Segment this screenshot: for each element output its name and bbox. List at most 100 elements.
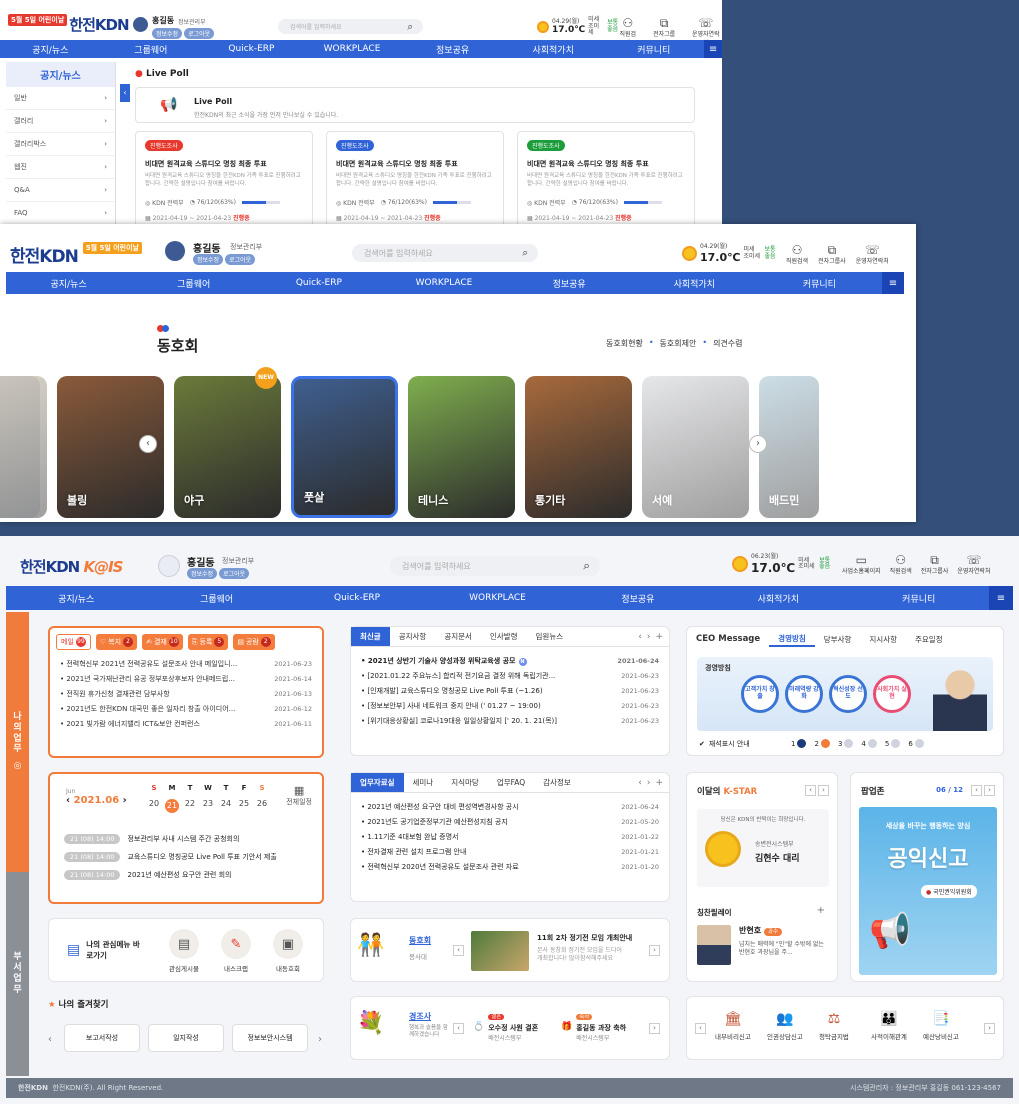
- report-item[interactable]: 🏛 내부비리신고: [715, 1011, 751, 1041]
- left-nav-item[interactable]: 갤러리 ›: [6, 110, 115, 133]
- work-row[interactable]: • 1.11기준 4대보험 완납 증명서 2021-01-22: [361, 829, 659, 844]
- edit-info-button[interactable]: 정보수정: [152, 28, 183, 39]
- mail-tab[interactable]: ▤ 공람 2: [233, 634, 275, 650]
- popup-banner[interactable]: 세상을 바꾸는 행동하는 양심 공익신고 ● 국민권익위원회 📢: [859, 807, 997, 975]
- search-input[interactable]: 검색어를 입력하세요 ⌕: [278, 19, 423, 34]
- plus-icon[interactable]: +: [655, 632, 663, 642]
- chevron-right-icon[interactable]: ›: [647, 778, 651, 788]
- chevron-left-icon[interactable]: ‹: [638, 632, 642, 642]
- ceo-page[interactable]: 2: [814, 739, 830, 748]
- news-tab[interactable]: 공지문서: [435, 627, 481, 646]
- nav-item[interactable]: 그룹웨어: [146, 592, 286, 605]
- nav-item[interactable]: 공지/뉴스: [0, 43, 101, 56]
- mail-row[interactable]: • 2021년 국가재난관리 유공 정부포상후보자 안내메드립... 2021-0…: [60, 671, 312, 686]
- chevron-right-icon[interactable]: ›: [818, 785, 829, 796]
- left-nav-item[interactable]: Q&A ›: [6, 179, 115, 202]
- logout-button[interactable]: 로그아웃: [184, 28, 215, 39]
- chevron-left-icon[interactable]: ‹: [453, 945, 464, 956]
- mail-tab[interactable]: 메일 99: [56, 634, 91, 650]
- work-tab[interactable]: 업무자료실: [351, 773, 404, 792]
- logout-button[interactable]: 로그아웃: [219, 568, 250, 579]
- report-item[interactable]: ⚖ 청탁금지법: [819, 1011, 849, 1041]
- logo[interactable]: 5월 5일 어린이날 한전KDN: [8, 14, 130, 35]
- event-prev[interactable]: ‹: [453, 1023, 464, 1034]
- chevron-right-icon[interactable]: ›: [119, 795, 127, 806]
- nav-item[interactable]: 커뮤니티: [849, 592, 989, 605]
- work-row[interactable]: • 2021년도 공기업준정부기관 예산편성지침 공지 2021-05-20: [361, 814, 659, 829]
- report-item[interactable]: 📑 예산낭비신고: [923, 1011, 959, 1041]
- nav-item[interactable]: 그룹웨어: [101, 43, 202, 56]
- all-schedule-button[interactable]: ▦ 전체일정: [286, 784, 312, 807]
- left-nav-item[interactable]: 일반 ›: [6, 87, 115, 110]
- mail-row[interactable]: • 전력혁신부 2021년 전력공유도 설문조사 안내 메일입니... 2021-…: [60, 656, 312, 671]
- nav-item[interactable]: 공지/뉴스: [6, 592, 146, 605]
- search-input[interactable]: 검색어를 입력하세요 ⌕: [352, 244, 538, 262]
- search-icon[interactable]: ⌕: [583, 559, 590, 574]
- nav-item[interactable]: 커뮤니티: [757, 277, 882, 290]
- carousel-prev-button[interactable]: ‹: [139, 435, 157, 453]
- club-tile[interactable]: 통기타: [525, 376, 632, 518]
- search-icon[interactable]: ⌕: [407, 21, 413, 32]
- edit-info-button[interactable]: 정보수정: [193, 254, 224, 265]
- chevron-left-icon[interactable]: ‹: [638, 778, 642, 788]
- nav-item[interactable]: WORKPLACE: [381, 278, 506, 288]
- chevron-right-icon[interactable]: ›: [649, 945, 660, 956]
- nav-item[interactable]: 그룹웨어: [131, 277, 256, 290]
- ceo-page[interactable]: 5: [885, 739, 901, 748]
- popup-arrows[interactable]: ‹ ›: [971, 785, 995, 796]
- nav-item[interactable]: WORKPLACE: [427, 593, 567, 603]
- favorite-button[interactable]: 정보보안시스템: [232, 1024, 308, 1052]
- logo[interactable]: 한전KDN K@IS: [20, 556, 123, 577]
- work-row[interactable]: • 전력혁신부 2020년 전력공유도 설문조사 관련 자료 2021-01-20: [361, 859, 659, 874]
- plus-icon[interactable]: +: [655, 778, 663, 788]
- work-tab[interactable]: 업무FAQ: [488, 773, 534, 792]
- left-nav-item[interactable]: FAQ ›: [6, 202, 115, 225]
- left-nav-item[interactable]: 웹진 ›: [6, 156, 115, 179]
- calendar-day[interactable]: T 22: [184, 784, 196, 813]
- chevron-left-icon[interactable]: ‹: [453, 1023, 464, 1034]
- calendar-day[interactable]: M 21: [165, 784, 179, 813]
- util-branch-home[interactable]: ▭ 사업소홈페이지: [842, 554, 881, 575]
- mail-row[interactable]: • 2021 빛가람 에너지밸리 ICT&보안 컨퍼런스 2021-06-11: [60, 716, 312, 731]
- calendar-day[interactable]: S 26: [256, 784, 268, 813]
- mail-row[interactable]: • 2021년도 한전KDN 대국민 좋은 일자리 창출 아이디어... 2021…: [60, 701, 312, 716]
- util-group[interactable]: ⧉전자그룹사: [921, 554, 949, 575]
- club-next[interactable]: ›: [649, 945, 660, 956]
- kstar-arrows[interactable]: ‹ ›: [805, 785, 829, 796]
- plus-icon[interactable]: +: [817, 905, 825, 916]
- club-tile[interactable]: 배드민: [759, 376, 819, 518]
- util-group[interactable]: ⧉전자그룹사: [818, 244, 846, 265]
- util-employee-search[interactable]: ⚇직원검색: [890, 554, 912, 575]
- poll-card[interactable]: 진행도조사 비대면 원격교육 스튜디오 명칭 최종 투표 비대면 원격교육 스튜디오…: [326, 131, 504, 227]
- quick-item[interactable]: ▣ 내동호회: [273, 929, 303, 973]
- favorite-button[interactable]: 일지작성: [148, 1024, 224, 1052]
- chevron-left-icon[interactable]: ‹: [66, 795, 74, 806]
- event-row[interactable]: 21 (08) 14:00 교육스튜디오 명칭공모 Live Poll 투표 기안…: [64, 848, 277, 866]
- side-tab-dept-work[interactable]: 부서업무: [6, 872, 29, 1076]
- club-link[interactable]: 동호회현황: [606, 338, 643, 349]
- club-prev[interactable]: ‹: [453, 945, 464, 956]
- news-row[interactable]: • [정보보안부] 사내 네트워크 중지 안내 (' 01.27 ~ 19:00…: [361, 698, 659, 713]
- ceo-page[interactable]: 3: [838, 739, 854, 748]
- nav-item[interactable]: 커뮤니티: [603, 43, 704, 56]
- club-news-title[interactable]: 11회 2차 정기전 모임 개최안내: [537, 933, 632, 943]
- news-row[interactable]: • [인재개발] 교육스튜디오 명칭공모 Live Poll 투표 (~1.26…: [361, 683, 659, 698]
- left-nav-item[interactable]: 갤러리박스 ›: [6, 133, 115, 156]
- chevron-right-icon[interactable]: ›: [649, 1023, 660, 1034]
- nav-item[interactable]: 정보공유: [568, 592, 708, 605]
- mail-tab[interactable]: ⎘ 등록 5: [187, 634, 229, 650]
- nav-item[interactable]: 사회적가치: [708, 592, 848, 605]
- report-item[interactable]: 👪 사적이해관계: [871, 1011, 907, 1041]
- news-row[interactable]: • 2021년 상반기 기술사 양성과정 위탁교육생 공모 N 2021-06-24: [361, 653, 659, 668]
- poll-card[interactable]: 진행도조사 비대면 원격교육 스튜디오 명칭 최종 투표 비대면 원격교육 스튜디오…: [135, 131, 313, 227]
- hamburger-icon[interactable]: ≡: [704, 40, 722, 58]
- ceo-tab[interactable]: 경영방침: [769, 631, 815, 647]
- search-input[interactable]: 검색어를 입력하세요 ⌕: [390, 556, 600, 576]
- side-tab-my-work[interactable]: 나의업무 ◎: [6, 612, 29, 872]
- favorite-button[interactable]: 보고서작성: [64, 1024, 140, 1052]
- util-employee-search[interactable]: ⚇직원검색: [786, 244, 808, 265]
- hamburger-icon[interactable]: ≡: [881, 272, 904, 294]
- club-link[interactable]: 동호회제안: [660, 338, 697, 349]
- chevron-right-icon[interactable]: ›: [984, 785, 995, 796]
- news-tab[interactable]: 임원뉴스: [527, 627, 573, 646]
